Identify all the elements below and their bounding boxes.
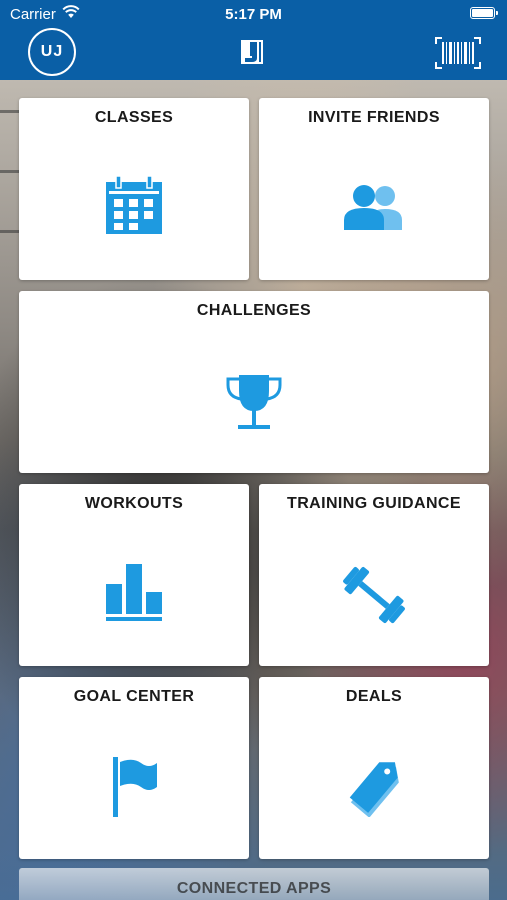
tile-connected-apps[interactable]: CONNECTED APPS: [19, 868, 489, 900]
status-bar: Carrier 5:17 PM: [0, 0, 507, 28]
tile-deals-label: DEALS: [345, 688, 403, 705]
tile-goal-center-label: GOAL CENTER: [73, 688, 195, 705]
tile-challenges[interactable]: CHALLENGES: [19, 291, 489, 473]
tile-invite-friends[interactable]: INVITE FRIENDS: [259, 98, 489, 280]
tile-workouts[interactable]: WORKOUTS: [19, 484, 249, 666]
j-logo-icon: [240, 39, 266, 70]
flag-icon: [111, 757, 161, 824]
bar-chart-icon: [106, 564, 164, 627]
tile-classes[interactable]: CLASSES: [19, 98, 249, 280]
trophy-icon: [225, 373, 283, 436]
people-icon: [344, 184, 404, 235]
avatar-initials: UJ: [40, 43, 64, 60]
avatar[interactable]: UJ: [28, 28, 76, 76]
tile-workouts-label: WORKOUTS: [84, 495, 184, 512]
tile-training-guidance-label: TRAINING GUIDANCE: [287, 495, 461, 512]
status-time: 5:17 PM: [225, 6, 282, 23]
battery-icon: [470, 7, 498, 19]
tile-deals[interactable]: DEALS: [259, 677, 489, 859]
dumbbell-icon: [343, 564, 405, 631]
tile-invite-friends-label: INVITE FRIENDS: [308, 109, 440, 126]
calendar-icon: [106, 175, 162, 239]
tag-icon: [345, 755, 405, 822]
barcode-icon[interactable]: [434, 36, 482, 75]
tile-challenges-label: CHALLENGES: [196, 302, 312, 319]
app-header: Carrier 5:17 PM UJ: [0, 0, 507, 80]
tile-classes-label: CLASSES: [94, 109, 174, 126]
tile-training-guidance[interactable]: TRAINING GUIDANCE: [259, 484, 489, 666]
tile-goal-center[interactable]: GOAL CENTER: [19, 677, 249, 859]
tile-connected-apps-label: CONNECTED APPS: [176, 880, 332, 897]
